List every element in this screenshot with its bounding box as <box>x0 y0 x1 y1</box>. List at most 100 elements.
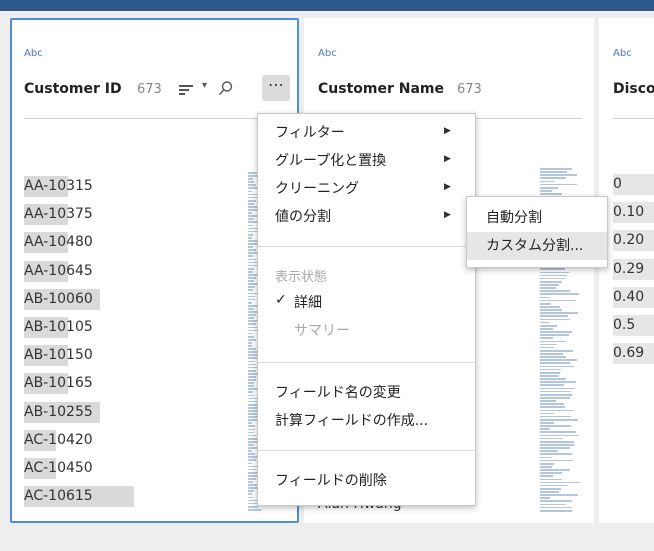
histogram-bar <box>540 447 570 449</box>
profile-card-customer-id[interactable]: Abc Customer ID 673 ▾ ⋯ AA-10315 AA-10375… <box>10 18 299 523</box>
histogram-bar <box>540 396 570 399</box>
submenu-item-auto-split[interactable]: 自動分割 <box>467 204 607 232</box>
histogram-bar <box>540 384 564 387</box>
histogram-bar <box>248 366 257 369</box>
split-values-submenu: 自動分割 カスタム分割... <box>466 196 608 268</box>
histogram-bar <box>540 431 576 434</box>
histogram-bar <box>540 290 570 293</box>
list-item[interactable]: AA-10645 <box>24 257 93 285</box>
submenu-item-custom-split[interactable]: カスタム分割... <box>467 232 607 260</box>
histogram-bar <box>248 236 252 239</box>
histogram-bar <box>540 400 556 402</box>
menu-divider <box>258 246 475 247</box>
list-item[interactable]: AA-10315 <box>24 172 93 200</box>
field-context-menu: フィルター ▶ グループ化と置換 ▶ クリーニング ▶ 値の分割 ▶ 表示状態 … <box>257 113 476 506</box>
histogram-bar <box>248 314 256 316</box>
histogram-bar <box>248 289 253 292</box>
list-item[interactable]: AB-10060 <box>24 285 100 313</box>
field-name[interactable]: Disco <box>613 81 654 97</box>
histogram-bar <box>540 174 577 176</box>
histogram-bar <box>248 428 255 431</box>
profile-card-discount[interactable]: Abc Disco 0 0.10 0.20 0.29 0.40 0.5 0.69 <box>599 18 654 523</box>
histogram-bar <box>248 277 256 279</box>
histogram-bar <box>540 327 553 330</box>
list-item-label: AB-10105 <box>24 318 93 335</box>
histogram-bar <box>540 296 550 299</box>
menu-item-remove-field[interactable]: フィールドの削除 <box>275 470 387 490</box>
type-label: Abc <box>613 48 632 59</box>
histogram-bar <box>540 324 557 327</box>
menu-item-rename-field[interactable]: フィールド名の変更 <box>275 382 401 402</box>
list-item[interactable]: AB-10105 <box>24 313 93 341</box>
histogram-bar <box>248 175 257 177</box>
list-item[interactable]: AB-10150 <box>24 341 93 369</box>
field-name[interactable]: Customer Name <box>318 81 444 97</box>
histogram-bar <box>540 280 562 283</box>
histogram-bar <box>540 475 553 478</box>
histogram-bar <box>540 491 559 493</box>
list-item-label: AA-10315 <box>24 178 93 194</box>
histogram-bar <box>248 425 255 428</box>
histogram-bar <box>248 224 253 227</box>
histogram-bar <box>540 171 567 173</box>
histogram-bar <box>248 283 257 285</box>
histogram-bar <box>248 376 256 378</box>
histogram-bar <box>540 434 578 437</box>
list-item[interactable]: 0.5 <box>613 311 654 339</box>
histogram-bar <box>248 363 256 366</box>
histogram-bar <box>248 434 256 437</box>
histogram-bar <box>248 172 257 174</box>
histogram-bar <box>248 286 255 289</box>
histogram-bar <box>248 450 252 452</box>
list-item[interactable]: 0.69 <box>613 339 654 367</box>
menu-item-summary[interactable]: サマリー <box>294 320 350 340</box>
list-item[interactable]: AA-10480 <box>24 228 93 256</box>
histogram-bar <box>248 453 255 455</box>
list-item[interactable]: AB-10165 <box>24 369 93 397</box>
list-item[interactable]: AA-10375 <box>24 200 93 228</box>
list-item[interactable]: AC-10615 <box>24 482 134 510</box>
histogram-bar <box>540 271 569 274</box>
menu-item-filter[interactable]: フィルター <box>275 122 345 142</box>
histogram-bar <box>540 268 565 271</box>
list-item[interactable]: 0.10 <box>613 198 654 226</box>
histogram-bar <box>248 199 256 202</box>
list-item[interactable]: AB-10255 <box>24 398 100 426</box>
list-item-label: 0.69 <box>613 345 645 362</box>
menu-item-cleaning[interactable]: クリーニング <box>275 178 359 198</box>
histogram-bar <box>540 425 571 427</box>
search-icon[interactable] <box>218 80 234 100</box>
histogram-bar <box>540 387 575 390</box>
sort-icon[interactable] <box>179 82 195 100</box>
menu-item-create-calculated-field[interactable]: 計算フィールドの作成... <box>275 410 428 430</box>
list-item[interactable]: 0.20 <box>613 226 654 254</box>
list-item[interactable]: AC-10450 <box>24 454 93 482</box>
field-count: 673 <box>137 82 162 97</box>
more-options-button[interactable]: ⋯ <box>262 75 290 101</box>
list-item[interactable]: 0.40 <box>613 283 654 311</box>
menu-item-group-replace[interactable]: グループ化と置換 <box>275 150 386 170</box>
histogram-bar <box>540 309 562 311</box>
histogram-bar <box>248 317 254 319</box>
histogram-bar <box>540 284 559 286</box>
histogram-bar <box>540 506 572 509</box>
histogram-bar <box>540 381 576 383</box>
list-item[interactable]: 0 <box>613 170 654 198</box>
menu-item-detail[interactable]: 詳細 <box>294 292 322 312</box>
histogram-bar <box>540 509 572 512</box>
list-item[interactable]: 0.29 <box>613 255 654 283</box>
histogram-bar <box>248 496 253 499</box>
list-item[interactable]: AC-10420 <box>24 426 93 454</box>
histogram-bar <box>540 343 557 346</box>
histogram-bar <box>540 465 552 468</box>
histogram-bar <box>540 362 570 365</box>
histogram-bar <box>248 218 254 221</box>
histogram-bar <box>248 212 252 214</box>
histogram-bar <box>540 287 556 289</box>
histogram-bar <box>248 382 254 384</box>
menu-item-split-values[interactable]: 値の分割 <box>275 206 331 226</box>
histogram-bar <box>248 338 256 341</box>
histogram-bar <box>540 359 577 362</box>
chevron-down-icon[interactable]: ▾ <box>202 80 207 91</box>
field-name[interactable]: Customer ID <box>24 81 122 97</box>
